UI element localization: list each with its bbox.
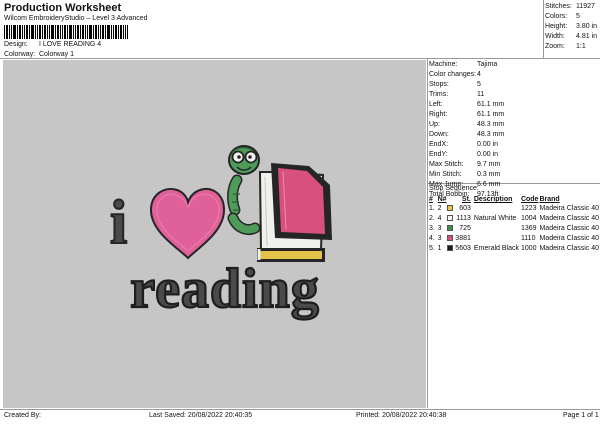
- design-label: Design:: [4, 41, 28, 48]
- colorway-value: Colorway 1: [38, 51, 74, 58]
- stop-sequence-table: # N# St. Description Code Brand 1. 2 603…: [429, 195, 599, 254]
- footer-created-by: Created By:: [4, 412, 41, 419]
- stat-width: Width: 4.81 in: [545, 33, 598, 40]
- book-icon: [257, 163, 332, 262]
- colorway-label: Colorway:: [4, 51, 36, 58]
- machine-info: Machine: Tajima Color changes:4 Stops: 5 T…: [429, 60, 599, 200]
- info-machine: Machine: Tajima: [429, 61, 498, 68]
- footer-divider: [0, 409, 600, 410]
- stats-divider: [543, 0, 544, 58]
- col-n: N#: [437, 196, 447, 203]
- info-down: Down: 48.3 mm: [429, 131, 505, 138]
- software-subtitle: Wilcom EmbroideryStudio – Level 3 Advanc…: [4, 15, 148, 22]
- stat-height: Height: 3.80 in: [545, 23, 598, 30]
- design-word-reading: reading: [130, 258, 320, 320]
- table-row: 2. 4 1113 Natural White 1004 Madeira Cla…: [429, 215, 599, 222]
- col-num: #: [429, 196, 433, 203]
- stat-stitches: Stitches: 11927: [545, 3, 595, 10]
- col-brand: Brand: [539, 196, 560, 203]
- table-row: 1. 2 603 1223 Madeira Classic 40: [429, 205, 599, 212]
- color-swatch: [447, 215, 454, 222]
- design-name-row: Design: I LOVE READING 4: [4, 41, 101, 48]
- design-letter-i: i: [110, 189, 127, 257]
- info-max-stitch: Max Stitch: 9.7 mm: [429, 161, 501, 168]
- sequence-header-row: # N# St. Description Code Brand: [429, 195, 599, 204]
- embroidery-design: i reading: [109, 145, 332, 321]
- footer-page-number: Page 1 of 1: [563, 412, 599, 419]
- heart-icon: [149, 188, 226, 260]
- barcode: [4, 25, 128, 39]
- bookworm-icon: [227, 145, 261, 236]
- stat-zoom: Zoom: 1:1: [545, 43, 586, 50]
- stat-colors: Colors: 5: [545, 13, 580, 20]
- info-color-changes: Color changes:4: [429, 71, 481, 78]
- color-swatch: [447, 205, 454, 212]
- col-description: Description: [473, 196, 513, 203]
- design-value: I LOVE READING 4: [38, 41, 102, 48]
- footer-printed: Printed: 20/08/2022 20:40:38: [356, 412, 447, 419]
- color-swatch: [447, 235, 454, 242]
- table-row: 4. 3 3881 1110 Madeira Classic 40: [429, 235, 599, 242]
- footer-last-saved: Last Saved: 20/08/2022 20:40:35: [149, 412, 253, 419]
- info-up: Up: 48.3 mm: [429, 121, 505, 128]
- col-st: St.: [461, 196, 471, 203]
- stop-sequence-label: Stop Sequence:: [429, 185, 479, 192]
- color-swatch: [447, 225, 454, 232]
- info-endy: EndY: 0.00 in: [429, 151, 499, 158]
- page-title: Production Worksheet: [4, 2, 122, 14]
- info-right: Right: 61.1 mm: [429, 111, 505, 118]
- col-swatch: [447, 195, 455, 204]
- info-left: Left: 61.1 mm: [429, 101, 505, 108]
- info-endx: EndX: 0.00 in: [429, 141, 499, 148]
- color-swatch: [447, 245, 454, 252]
- info-stops: Stops: 5: [429, 81, 481, 88]
- info-trims: Trims: 11: [429, 91, 485, 98]
- table-row: 3. 3 725 1369 Madeira Classic 40: [429, 225, 599, 232]
- panel-divider: [427, 58, 428, 408]
- table-row: 5. 1 5603 Emerald Black 1000 Madeira Cla…: [429, 245, 599, 252]
- colorway-row: Colorway: Colorway 1: [4, 51, 74, 58]
- design-preview: i reading: [3, 60, 426, 408]
- design-stats: Stitches: 11927 Colors: 5 Height: 3.80 in W…: [545, 2, 600, 52]
- col-code: Code: [520, 196, 539, 203]
- info-min-stitch: Min Stitch: 0.3 mm: [429, 171, 501, 178]
- header-divider: [0, 58, 600, 59]
